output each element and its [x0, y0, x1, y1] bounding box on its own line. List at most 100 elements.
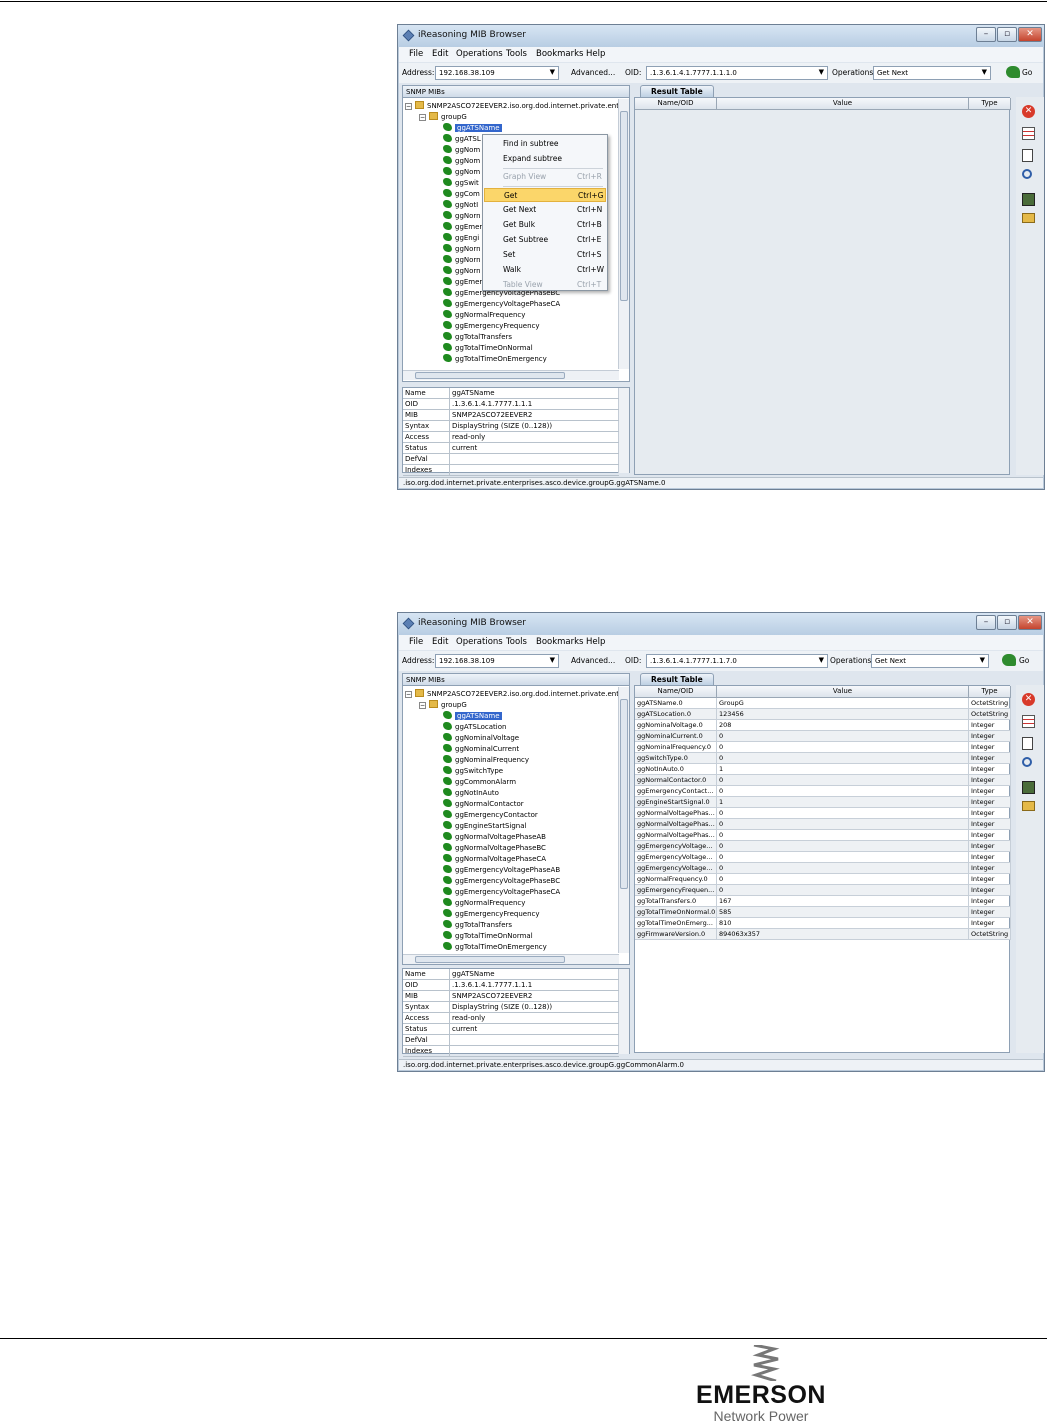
- column-header-name[interactable]: Name/OID: [635, 686, 717, 698]
- tree-item[interactable]: ggCommonAlarm: [443, 777, 516, 788]
- collapse-toggle-icon[interactable]: −: [419, 702, 426, 709]
- advanced-button[interactable]: Advanced...: [567, 66, 619, 80]
- result-row[interactable]: ggNormalContactor.0 0 Integer: [635, 775, 1011, 786]
- maximize-button[interactable]: ▫: [997, 27, 1017, 42]
- menu-help[interactable]: Help: [586, 637, 605, 647]
- tree-item[interactable]: ggEmergencyVoltagePhaseCA: [443, 299, 560, 310]
- result-row[interactable]: ggNominalFrequency.0 0 Integer: [635, 742, 1011, 753]
- scroll-thumb[interactable]: [620, 111, 628, 301]
- tab-result-table[interactable]: Result Table: [640, 85, 714, 97]
- tree-group[interactable]: − groupG: [419, 112, 467, 123]
- tree-item[interactable]: ggNominalFrequency: [443, 755, 529, 766]
- tree-item[interactable]: ggEngi: [443, 233, 479, 244]
- collapse-toggle-icon[interactable]: −: [405, 691, 412, 698]
- properties-scrollbar[interactable]: [618, 969, 629, 1054]
- column-header-type[interactable]: Type: [969, 98, 1011, 110]
- tab-result-table[interactable]: Result Table: [640, 673, 714, 685]
- maximize-button[interactable]: ▫: [997, 615, 1017, 630]
- result-row[interactable]: ggTotalTimeOnEmerg... 810 Integer: [635, 918, 1011, 929]
- context-menu-item[interactable]: Walk Ctrl+W: [484, 263, 606, 277]
- tree-item[interactable]: ggEmergencyFrequency: [443, 321, 540, 332]
- result-row[interactable]: ggNotInAuto.0 1 Integer: [635, 764, 1011, 775]
- context-menu-item[interactable]: Get Ctrl+G: [484, 188, 606, 202]
- search-icon[interactable]: [1022, 757, 1032, 767]
- tree-vertical-scrollbar[interactable]: [618, 687, 629, 953]
- clear-table-icon[interactable]: [1022, 715, 1035, 728]
- tree-item[interactable]: ggNormalVoltagePhaseAB: [443, 832, 546, 843]
- tree-item[interactable]: ggEmergencyVoltagePhaseBC: [443, 876, 560, 887]
- tree-item[interactable]: ggTotalTransfers: [443, 332, 512, 343]
- tree-item[interactable]: ggEmer: [443, 277, 482, 288]
- scroll-thumb[interactable]: [415, 956, 565, 963]
- tree-item[interactable]: ggEngineStartSignal: [443, 821, 526, 832]
- open-folder-icon[interactable]: [1022, 801, 1035, 811]
- tree-item[interactable]: ggTotalTimeOnNormal: [443, 343, 533, 354]
- address-combo[interactable]: 192.168.38.109 ▼: [435, 66, 559, 80]
- stop-icon[interactable]: ✕: [1022, 693, 1035, 706]
- menu-tools[interactable]: Tools: [506, 49, 527, 59]
- search-icon[interactable]: [1022, 169, 1032, 179]
- address-combo[interactable]: 192.168.38.109 ▼: [435, 654, 559, 668]
- result-row[interactable]: ggFirmwareVersion.0 894063x357 OctetString: [635, 929, 1011, 940]
- tree-item[interactable]: ggTotalTimeOnNormal: [443, 931, 533, 942]
- go-button[interactable]: Go: [1022, 68, 1032, 77]
- tree-root[interactable]: − SNMP2ASCO72EEVER2.iso.org.dod.internet.…: [405, 689, 619, 700]
- clear-table-icon[interactable]: [1022, 127, 1035, 140]
- tree-horizontal-scrollbar[interactable]: [403, 954, 619, 964]
- close-button[interactable]: ✕: [1018, 27, 1042, 42]
- result-row[interactable]: ggSwitchType.0 0 Integer: [635, 753, 1011, 764]
- menu-file[interactable]: File: [409, 49, 423, 59]
- tree-item[interactable]: ggNotInAuto: [443, 788, 499, 799]
- tree-item[interactable]: ggNominalCurrent: [443, 744, 519, 755]
- tree-item[interactable]: ggEmergencyVoltagePhaseAB: [443, 865, 560, 876]
- tree-item[interactable]: ggTotalTimeOnEmergency: [443, 942, 547, 953]
- result-row[interactable]: ggTotalTimeOnNormal.0 585 Integer: [635, 907, 1011, 918]
- result-row[interactable]: ggEmergencyContact... 0 Integer: [635, 786, 1011, 797]
- result-row[interactable]: ggNormalVoltagePhas... 0 Integer: [635, 808, 1011, 819]
- export-icon[interactable]: [1022, 193, 1035, 206]
- scroll-thumb[interactable]: [415, 372, 565, 379]
- column-header-type[interactable]: Type: [969, 686, 1011, 698]
- tree-item[interactable]: ggNormalFrequency: [443, 310, 525, 321]
- tree-item[interactable]: ggNotI: [443, 200, 478, 211]
- menu-bookmarks[interactable]: Bookmarks: [536, 637, 584, 647]
- tree-item[interactable]: ggNom: [443, 145, 480, 156]
- result-row[interactable]: ggNormalVoltagePhas... 0 Integer: [635, 819, 1011, 830]
- tree-group[interactable]: − groupG: [419, 700, 467, 711]
- tree-item[interactable]: ggNormalContactor: [443, 799, 524, 810]
- result-row[interactable]: ggEmergencyVoltage... 0 Integer: [635, 852, 1011, 863]
- result-row[interactable]: ggNominalCurrent.0 0 Integer: [635, 731, 1011, 742]
- advanced-button[interactable]: Advanced...: [567, 654, 619, 668]
- oid-combo[interactable]: .1.3.6.1.4.1.7777.1.1.1.0 ▼: [646, 66, 828, 80]
- tree-item[interactable]: ggNom: [443, 167, 480, 178]
- tree-item[interactable]: ggTotalTimeOnEmergency: [443, 354, 547, 365]
- tree-item[interactable]: ggCom: [443, 189, 480, 200]
- context-menu-item[interactable]: Find in subtree: [484, 137, 606, 151]
- tree-item[interactable]: ggNorn: [443, 266, 481, 277]
- context-menu-item[interactable]: Get Next Ctrl+N: [484, 203, 606, 217]
- tree-item[interactable]: ggATSName: [443, 123, 502, 134]
- go-arrow-icon[interactable]: [1002, 654, 1016, 666]
- tree-item[interactable]: ggTotalTransfers: [443, 920, 512, 931]
- tree-horizontal-scrollbar[interactable]: [403, 370, 619, 380]
- minimize-button[interactable]: –: [976, 27, 996, 42]
- tree-item[interactable]: ggATSName: [443, 711, 502, 722]
- context-menu-item[interactable]: Expand subtree: [484, 152, 606, 166]
- tree-item[interactable]: ggNormalVoltagePhaseCA: [443, 854, 546, 865]
- go-arrow-icon[interactable]: [1006, 66, 1020, 78]
- result-row[interactable]: ggATSName.0 GroupG OctetString: [635, 698, 1011, 709]
- new-document-icon[interactable]: [1022, 149, 1033, 162]
- result-row[interactable]: ggEngineStartSignal.0 1 Integer: [635, 797, 1011, 808]
- context-menu-item[interactable]: Get Bulk Ctrl+B: [484, 218, 606, 232]
- minimize-button[interactable]: –: [976, 615, 996, 630]
- collapse-toggle-icon[interactable]: −: [405, 103, 412, 110]
- result-row[interactable]: ggEmergencyVoltage... 0 Integer: [635, 863, 1011, 874]
- tree-item[interactable]: ggSwitchType: [443, 766, 503, 777]
- menu-bookmarks[interactable]: Bookmarks: [536, 49, 584, 59]
- result-row[interactable]: ggNormalFrequency.0 0 Integer: [635, 874, 1011, 885]
- tree-item[interactable]: ggNom: [443, 156, 480, 167]
- column-header-value[interactable]: Value: [717, 98, 969, 110]
- tree-item[interactable]: ggSwit: [443, 178, 479, 189]
- menu-operations[interactable]: Operations: [456, 637, 503, 647]
- tree-item[interactable]: ggEmergencyVoltagePhaseCA: [443, 887, 560, 898]
